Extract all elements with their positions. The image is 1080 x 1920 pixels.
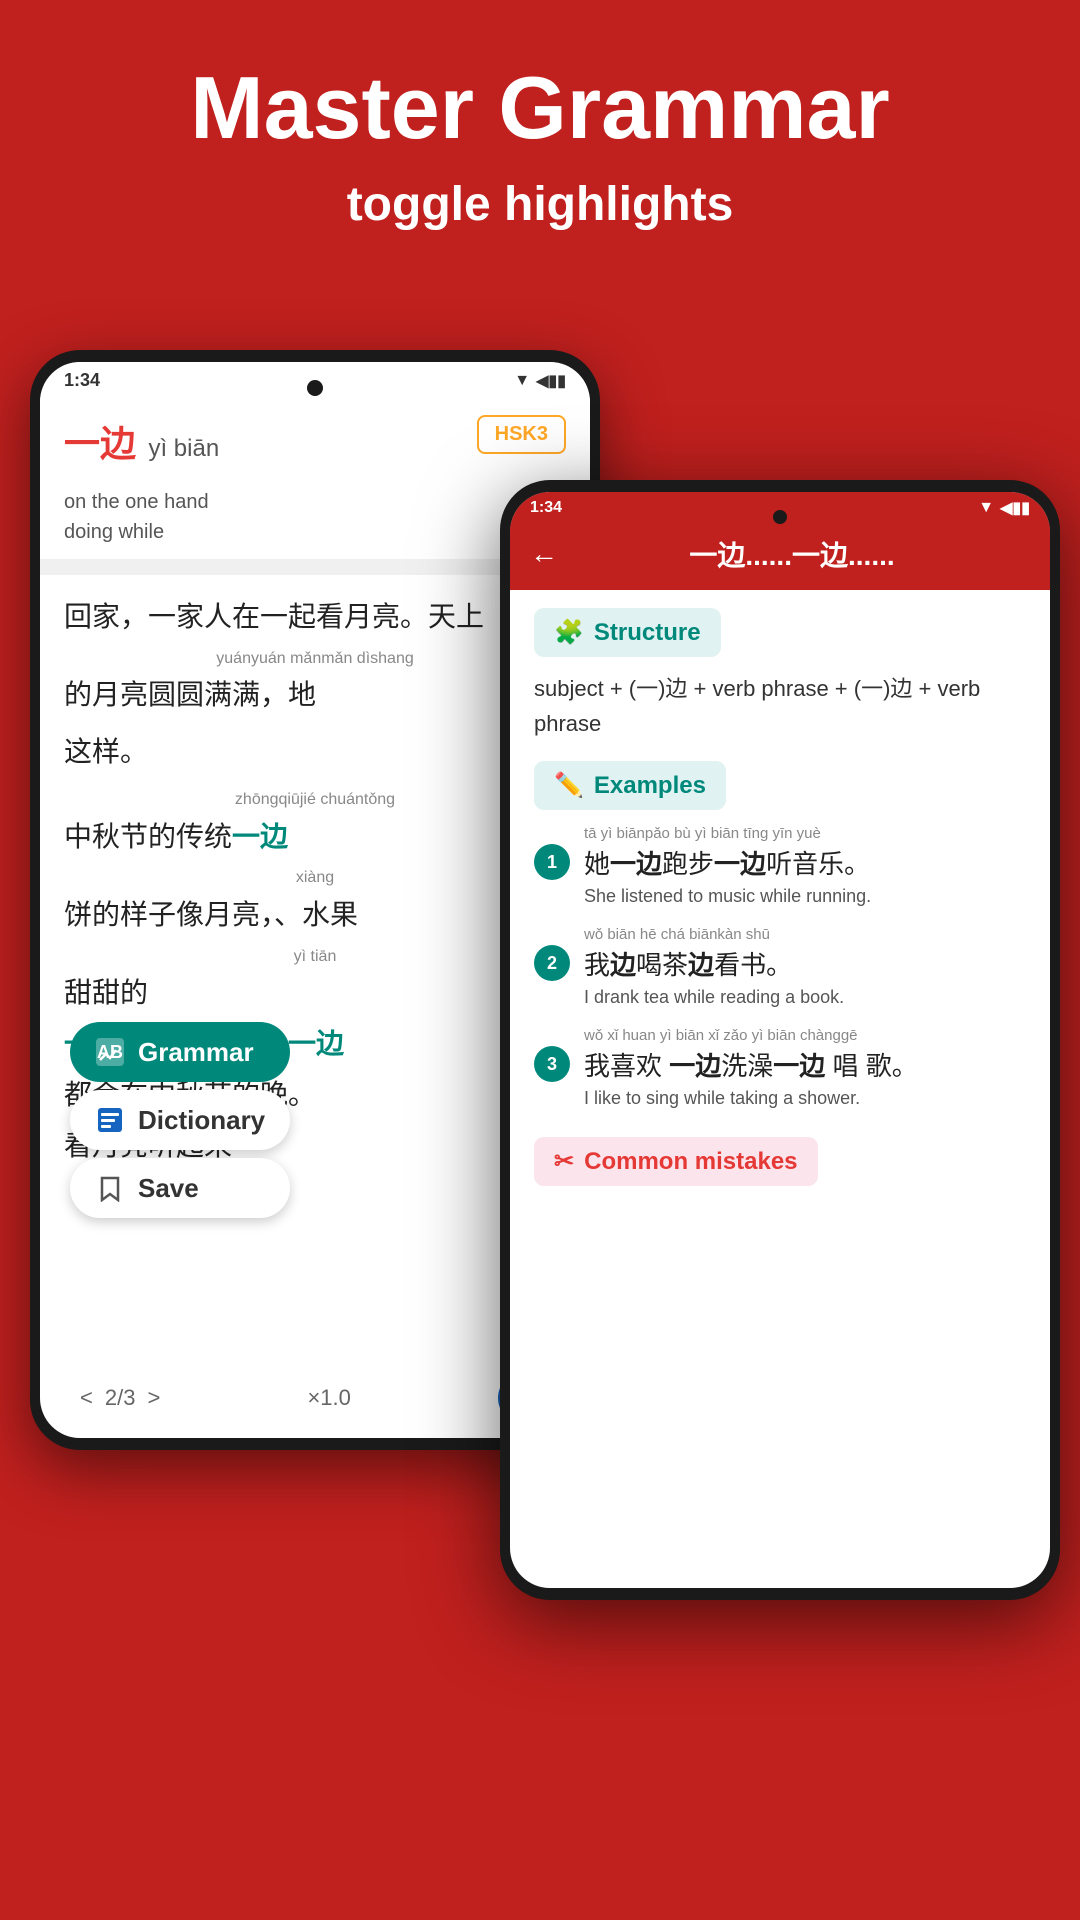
mistakes-icon: ✂ bbox=[554, 1147, 574, 1176]
examples-badge: ✏️ Examples bbox=[534, 761, 726, 810]
text-line4-text: 中秋节的传统 bbox=[64, 821, 232, 852]
front-content: 🧩 Structure subject + (一)边 + verb phrase… bbox=[510, 590, 1050, 1586]
example-pinyin-1: tā yì biānpǎo bù yì biān tīng yīn yuè bbox=[584, 824, 1026, 844]
text-line5-text: 饼的样子像月亮， bbox=[64, 899, 274, 930]
word-pinyin: yì biān bbox=[148, 435, 219, 462]
signal-icon: ◀▮▮ bbox=[536, 371, 566, 391]
phone-front-screen: 1:34 ▼ ◀▮▮ ← 一边......一边...... 🧩 Struc bbox=[510, 492, 1050, 1588]
popup-save-label: Save bbox=[138, 1173, 199, 1204]
example-chinese-3: 我喜欢 一边洗澡一边 唱 歌。 bbox=[584, 1048, 1026, 1084]
examples-label: Examples bbox=[594, 772, 706, 800]
example-number-2: 2 bbox=[534, 945, 570, 981]
popup-grammar[interactable]: AB Grammar bbox=[70, 1022, 290, 1082]
phones-container: 1:34 ▼ ◀▮▮ 一边 yì biān HSK3 on the one ha… bbox=[0, 300, 1080, 1920]
structure-icon: 🧩 bbox=[554, 618, 584, 647]
time-front: 1:34 bbox=[530, 499, 562, 517]
phone-notch-back bbox=[307, 380, 323, 396]
highlighted-yibian1: 一边 bbox=[232, 821, 288, 852]
mistakes-label: Common mistakes bbox=[584, 1148, 797, 1176]
phone-notch-front bbox=[773, 510, 787, 524]
next-button[interactable]: > bbox=[147, 1385, 160, 1411]
status-icons-back: ▼ ◀▮▮ bbox=[514, 371, 566, 391]
structure-text: subject + (一)边 + verb phrase + (一)边 + ve… bbox=[534, 671, 1026, 741]
example-pinyin-2: wǒ biān hē chá biānkàn shū bbox=[584, 925, 1026, 945]
hsk-badge: HSK3 bbox=[477, 415, 566, 454]
example-chinese-2: 我边喝茶边看书。 bbox=[584, 947, 1026, 983]
example-english-3: I like to sing while taking a shower. bbox=[584, 1088, 1026, 1109]
speed-control[interactable]: ×1.0 bbox=[307, 1385, 350, 1411]
example-block-3: wǒ xǐ huan yì biān xǐ zǎo yì biān chàngg… bbox=[584, 1026, 1026, 1109]
text-pinyin2: yuányuán mǎnmǎn dìshang bbox=[64, 646, 566, 672]
page-controls: < 2/3 > bbox=[80, 1385, 160, 1411]
grammar-icon: AB bbox=[94, 1036, 126, 1068]
front-header: ← 一边......一边...... bbox=[510, 524, 1050, 590]
popup-dictionary-label: Dictionary bbox=[138, 1105, 265, 1136]
text-line4: 中秋节的传统一边 bbox=[64, 815, 566, 860]
text-line7-text: 甜甜的 bbox=[64, 977, 148, 1008]
example-english-2: I drank tea while reading a book. bbox=[584, 987, 1026, 1008]
example-item-1: 1 tā yì biānpǎo bù yì biān tīng yīn yuè … bbox=[534, 824, 1026, 907]
example-number-1: 1 bbox=[534, 844, 570, 880]
phone-front: 1:34 ▼ ◀▮▮ ← 一边......一边...... 🧩 Struc bbox=[500, 480, 1060, 1600]
page-indicator: 2/3 bbox=[105, 1385, 136, 1411]
word-info: 一边 yì biān bbox=[64, 415, 219, 467]
text-line2: 的月亮圆圆满满，地 bbox=[64, 673, 566, 718]
hero-subtitle: toggle highlights bbox=[0, 177, 1080, 232]
example-pinyin-3: wǒ xǐ huan yì biān xǐ zǎo yì biān chàngg… bbox=[584, 1026, 1026, 1046]
prev-button[interactable]: < bbox=[80, 1385, 93, 1411]
example-block-1: tā yì biānpǎo bù yì biān tīng yīn yuè 她一… bbox=[584, 824, 1026, 907]
structure-badge: 🧩 Structure bbox=[534, 608, 721, 657]
mistakes-badge: ✂ Common mistakes bbox=[534, 1137, 818, 1186]
wifi-icon: ▼ bbox=[514, 372, 530, 390]
back-button[interactable]: ← bbox=[530, 538, 558, 570]
save-icon bbox=[94, 1172, 126, 1204]
word-chinese: 一边 bbox=[64, 423, 136, 464]
examples-icon: ✏️ bbox=[554, 771, 584, 800]
example-chinese-1: 她一边跑步一边听音乐。 bbox=[584, 846, 1026, 882]
highlighted-yibian3: 一边 bbox=[288, 1028, 344, 1059]
popup-grammar-label: Grammar bbox=[138, 1037, 254, 1068]
text-pinyin4: zhōngqiūjié chuántǒng bbox=[64, 787, 566, 813]
meaning-line2: doing while bbox=[64, 517, 566, 547]
text-line3: 这样。 bbox=[64, 730, 566, 775]
word-header: 一边 yì biān HSK3 bbox=[40, 399, 590, 483]
example-number-3: 3 bbox=[534, 1046, 570, 1082]
popup-dictionary[interactable]: Dictionary bbox=[70, 1090, 290, 1150]
example-block-2: wǒ biān hē chá biānkàn shū 我边喝茶边看书。 I dr… bbox=[584, 925, 1026, 1008]
popup-save[interactable]: Save bbox=[70, 1158, 290, 1218]
text-pinyin5: xiàng bbox=[64, 865, 566, 891]
popup-menu: AB Grammar Dict bbox=[70, 1022, 290, 1218]
example-item-3: 3 wǒ xǐ huan yì biān xǐ zǎo yì biān chàn… bbox=[534, 1026, 1026, 1109]
hero-title: Master Grammar bbox=[0, 0, 1080, 157]
text-pinyin7: yì tiān bbox=[64, 944, 566, 970]
dictionary-icon bbox=[94, 1104, 126, 1136]
text-line7: 甜甜的 bbox=[64, 971, 566, 1016]
signal-icon-front: ◀▮▮ bbox=[1000, 498, 1030, 518]
front-header-title: 一边......一边...... bbox=[574, 534, 1030, 574]
wifi-icon-front: ▼ bbox=[978, 499, 994, 517]
example-english-1: She listened to music while running. bbox=[584, 886, 1026, 907]
structure-label: Structure bbox=[594, 619, 701, 647]
status-icons-front: ▼ ◀▮▮ bbox=[978, 498, 1030, 518]
text-line6: 、水果 bbox=[274, 899, 358, 930]
text-line5: 饼的样子像月亮，、水果 bbox=[64, 893, 566, 938]
text-line1: 回家，一家人在一起看月亮。天上 bbox=[64, 595, 566, 640]
meaning-line1: on the one hand bbox=[64, 487, 566, 517]
example-item-2: 2 wǒ biān hē chá biānkàn shū 我边喝茶边看书。 I … bbox=[534, 925, 1026, 1008]
time-back: 1:34 bbox=[64, 370, 100, 391]
